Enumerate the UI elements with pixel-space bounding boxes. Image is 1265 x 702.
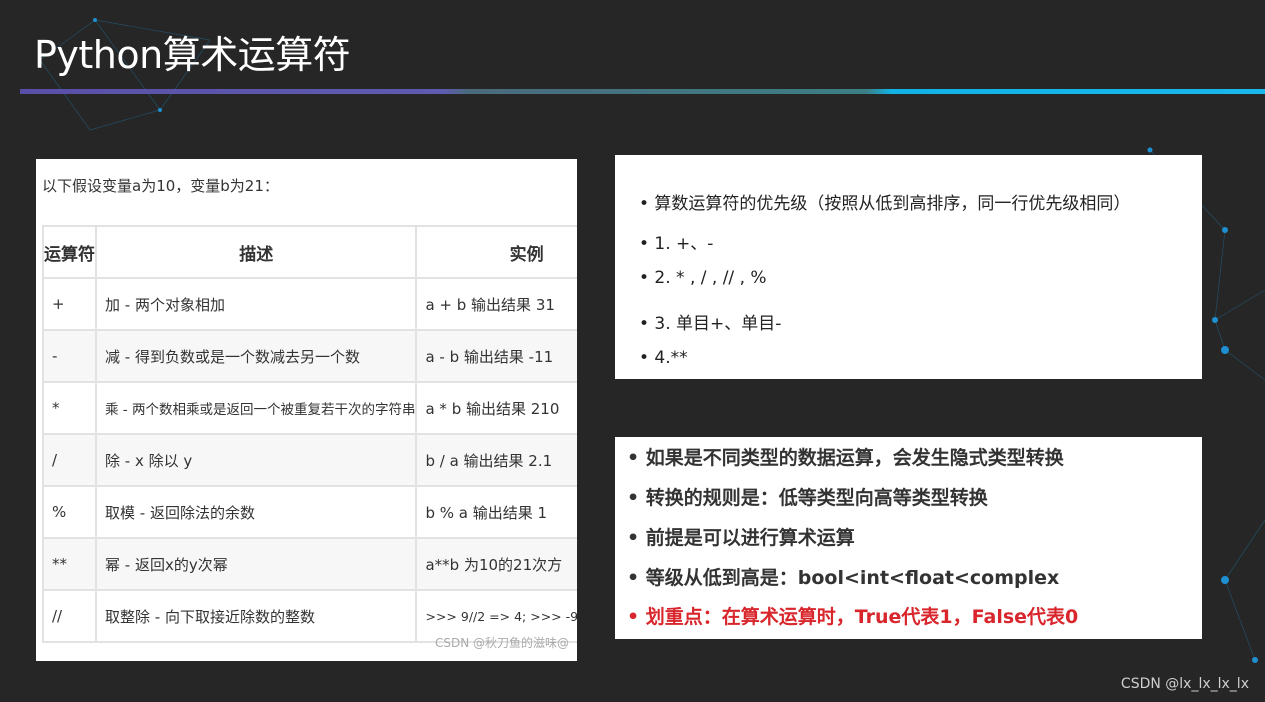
cell-example: a**b 为10的21次方 xyxy=(415,537,577,591)
cell-description: 加 - 两个对象相加 xyxy=(94,277,418,331)
cell-example: a - b 输出结果 -11 xyxy=(415,329,577,383)
priority-line: • 1. +、- xyxy=(639,234,714,254)
conversion-line: • 转换的规则是：低等类型向高等类型转换 xyxy=(627,487,988,509)
footer-watermark: CSDN @lx_lx_lx_lx xyxy=(1120,676,1249,692)
cell-operator: * xyxy=(42,381,97,435)
conversion-line: • 如果是不同类型的数据运算，会发生隐式类型转换 xyxy=(627,447,1064,469)
cell-description: 幂 - 返回x的y次幂 xyxy=(94,537,418,591)
table-row: * 乘 - 两个数相乘或是返回一个被重复若干次的字符串 a * b 输出结果 2… xyxy=(42,381,577,435)
table-row: % 取模 - 返回除法的余数 b % a 输出结果 1 xyxy=(42,485,577,539)
cell-example: b % a 输出结果 1 xyxy=(415,485,577,539)
cell-description: 取整除 - 向下取接近除数的整数 xyxy=(94,589,418,643)
conversion-line: • 前提是可以进行算术运算 xyxy=(627,527,855,549)
cell-operator: // xyxy=(42,589,97,643)
priority-card: • 算数运算符的优先级（按照从低到高排序，同一行优先级相同） • 1. +、- … xyxy=(615,155,1202,379)
header-example: 实例 xyxy=(415,225,577,279)
priority-line: • 3. 单目+、单目- xyxy=(639,314,782,334)
cell-description: 除 - x 除以 y xyxy=(94,433,418,487)
table-header-row: 运算符 描述 实例 xyxy=(42,225,577,279)
table-note: 以下假设变量a为10，变量b为21： xyxy=(42,177,279,195)
cell-example: b / a 输出结果 2.1 xyxy=(415,433,577,487)
cell-operator: + xyxy=(42,277,97,331)
cell-description: 取模 - 返回除法的余数 xyxy=(94,485,418,539)
cell-operator: - xyxy=(42,329,97,383)
priority-line: • 算数运算符的优先级（按照从低到高排序，同一行优先级相同） xyxy=(639,194,1131,214)
table-row: - 减 - 得到负数或是一个数减去另一个数 a - b 输出结果 -11 xyxy=(42,329,577,383)
header-description: 描述 xyxy=(94,225,418,279)
priority-line: • 4.** xyxy=(639,348,688,368)
cell-description: 乘 - 两个数相乘或是返回一个被重复若干次的字符串 xyxy=(94,381,418,435)
cell-operator: / xyxy=(42,433,97,487)
title-underline-bar xyxy=(20,89,1265,94)
table-row: / 除 - x 除以 y b / a 输出结果 2.1 xyxy=(42,433,577,487)
table-row: + 加 - 两个对象相加 a + b 输出结果 31 xyxy=(42,277,577,331)
cell-example: a * b 输出结果 210 xyxy=(415,381,577,435)
operator-table: 运算符 描述 实例 + 加 - 两个对象相加 a + b 输出结果 31 - 减… xyxy=(42,225,577,643)
conversion-line: • 等级从低到高是：bool<int<float<complex xyxy=(627,567,1060,589)
cell-operator: % xyxy=(42,485,97,539)
conversion-highlight-line: • 划重点：在算术运算时，True代表1，False代表0 xyxy=(627,606,1079,628)
conversion-card: • 如果是不同类型的数据运算，会发生隐式类型转换 • 转换的规则是：低等类型向高… xyxy=(615,437,1202,639)
priority-line: • 2. * , / , // , % xyxy=(639,268,767,288)
table-watermark: CSDN @秋刀鱼的滋味@ xyxy=(434,636,569,650)
cell-description: 减 - 得到负数或是一个数减去另一个数 xyxy=(94,329,418,383)
header-operator: 运算符 xyxy=(42,225,97,279)
table-row: ** 幂 - 返回x的y次幂 a**b 为10的21次方 xyxy=(42,537,577,591)
cell-operator: ** xyxy=(42,537,97,591)
slide-title: Python算术运算符 xyxy=(34,33,351,77)
operator-table-panel: 以下假设变量a为10，变量b为21： 运算符 描述 实例 + 加 - 两个对象相… xyxy=(36,159,577,661)
cell-example: a + b 输出结果 31 xyxy=(415,277,577,331)
